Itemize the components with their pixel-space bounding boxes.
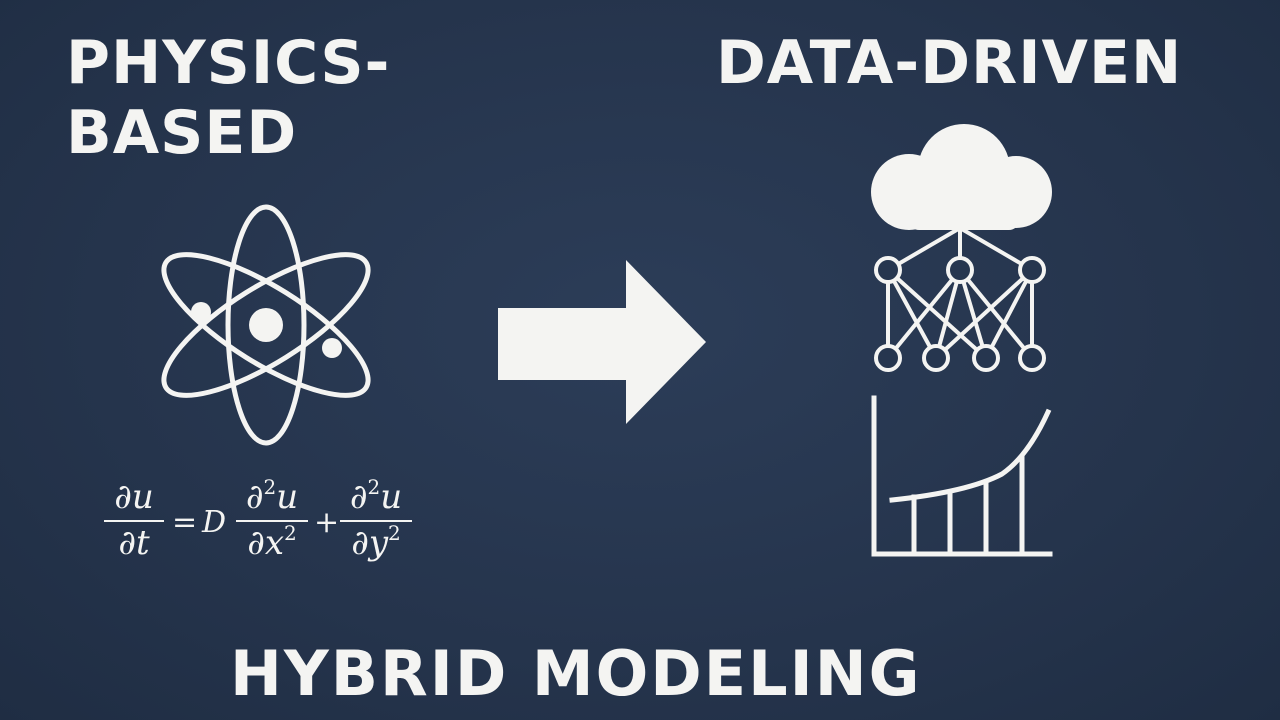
fraction-bar (340, 520, 412, 522)
partial-symbol: ∂ (349, 477, 368, 517)
lhs-denominator: ∂t (118, 523, 150, 563)
lhs-numerator: ∂u (114, 477, 154, 517)
time-derivative-fraction: ∂u ∂t (104, 478, 164, 562)
x-term-denominator: ∂x2 (236, 521, 308, 563)
partial-x: ∂x (247, 523, 285, 563)
exponent: 2 (263, 475, 277, 499)
atom-icon (161, 204, 371, 446)
equals-sign: = (172, 505, 198, 540)
neural-network-icon (874, 226, 1046, 372)
y-term-denominator: ∂y2 (340, 521, 412, 563)
plus-sign: + (314, 505, 340, 540)
physics-based-heading: PHYSICS- BASED (66, 28, 390, 168)
diffusion-equation: ∂u ∂t = D ∂2u ∂x2 + ∂2u ∂y2 (104, 475, 424, 588)
partial-symbol: ∂ (245, 477, 264, 517)
exponent: 2 (388, 521, 401, 545)
data-driven-heading: DATA-DRIVEN (716, 28, 1183, 98)
diffusion-coefficient: D (202, 505, 227, 540)
x-term-numerator: ∂2u (236, 475, 308, 517)
y-second-derivative-fraction: ∂2u ∂y2 (340, 475, 412, 563)
exponent: 2 (367, 475, 381, 499)
arrow-right-icon (498, 260, 706, 424)
variable-u: u (276, 477, 299, 517)
partial-y: ∂y (351, 523, 389, 563)
fraction-bar (104, 520, 164, 522)
physics-based-heading-line2: BASED (66, 98, 298, 168)
growth-chart-icon (871, 395, 1053, 557)
cloud-icon (871, 124, 1052, 230)
hybrid-modeling-heading: HYBRID MODELING (230, 637, 922, 710)
physics-based-heading-line1: PHYSICS- (66, 28, 391, 98)
exponent: 2 (284, 521, 297, 545)
x-second-derivative-fraction: ∂2u ∂x2 (236, 475, 308, 563)
fraction-bar (236, 520, 308, 522)
y-term-numerator: ∂2u (340, 475, 412, 517)
variable-u: u (380, 477, 403, 517)
